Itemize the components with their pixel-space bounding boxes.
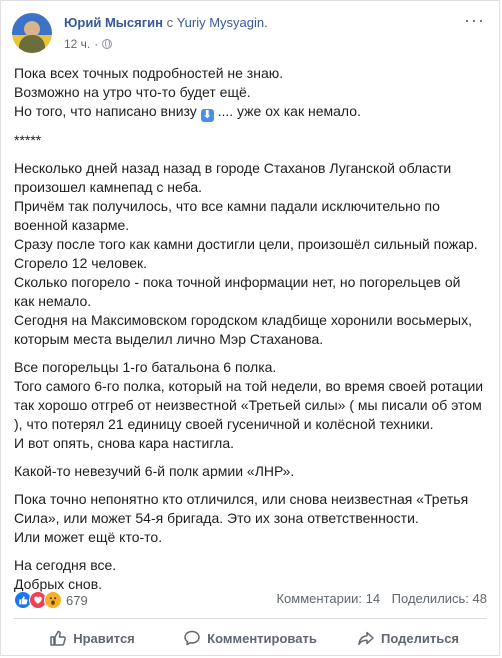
text-line: Все погорельцы 1-го батальона 6 полка. [14, 359, 277, 375]
text-line: Или может ещё кто-то. [14, 529, 163, 545]
text-line: Сгорело 12 человек. [14, 255, 148, 271]
paragraph-3: Все погорельцы 1-го батальона 6 полка. Т… [14, 358, 492, 453]
paragraph-2: Несколько дней назад назад в городе Стах… [14, 159, 492, 349]
paragraph-5: Пока точно непонятно кто отличился, или … [14, 490, 492, 547]
action-bar: Нравится Комментировать Поделиться [13, 621, 487, 655]
like-label: Нравится [73, 630, 135, 646]
text-line: Возможно на утро что-то будет ещё. [14, 84, 251, 100]
paragraph-6: На сегодня все. Добрых снов. [14, 556, 492, 594]
post-time[interactable]: 12 ч. [64, 37, 90, 51]
comment-icon [184, 630, 200, 646]
paragraph-4: Какой-то невезучий 6-й полк армии «ЛНР». [14, 462, 492, 481]
author-name[interactable]: Юрий Мысягин [64, 15, 163, 30]
author-line: Юрий Мысягин с Yuriy Mysyagin. [64, 15, 268, 30]
comments-shares: Комментарии: 14 Поделились: 48 [276, 591, 487, 606]
like-button[interactable]: Нравится [13, 621, 171, 655]
text-line: ), что потерял 21 единицу своей гусеничн… [14, 416, 434, 432]
avatar-body [19, 35, 45, 53]
text-line: которым места выделил лично Мэр Стаханов… [14, 331, 324, 347]
text-line: военной казарме. [14, 217, 130, 233]
stars-text: ***** [14, 132, 42, 148]
post-card: Юрий Мысягин с Yuriy Mysyagin. 12 ч. · ·… [0, 0, 500, 656]
text-line: Сколько погорело - пока точной информаци… [14, 274, 461, 290]
with-text: с [166, 15, 174, 30]
comments-count[interactable]: Комментарии: 14 [276, 591, 380, 606]
text-line: Того самого 6-го полка, который на той н… [14, 378, 484, 394]
share-label: Поделиться [380, 630, 460, 646]
meta-dot: · [94, 37, 99, 51]
down-arrow-emoji-icon: ⬇ [200, 109, 214, 122]
text-line: Но того, что написано внизу ⬇ .... уже о… [14, 102, 492, 122]
text-line: Какой-то невезучий 6-й полк армии «ЛНР». [14, 463, 295, 479]
avatar[interactable] [12, 13, 52, 53]
shares-count[interactable]: Поделились: 48 [392, 591, 487, 606]
text-line: Сила», или может 54-я бригада. Это их зо… [14, 510, 419, 526]
separator-stars: ***** [14, 131, 492, 150]
text-line: Сразу после того как камни достигли цели… [14, 236, 478, 252]
text-line: Сегодня на Максимовском городском кладби… [14, 312, 472, 328]
reactions-summary[interactable]: 679 [14, 591, 88, 609]
text-line: Пока всех точных подробностей не знаю. [14, 65, 284, 81]
text-line: так хорошо отгреб от неизвестной «Третье… [14, 397, 482, 413]
text-line: Несколько дней назад назад в городе Стах… [14, 160, 452, 176]
text-line: Пока точно непонятно кто отличился, или … [14, 491, 469, 507]
post-text: Пока всех точных подробностей не знаю. В… [14, 64, 492, 603]
thumbs-up-icon [50, 630, 67, 646]
comment-button[interactable]: Комментировать [171, 621, 329, 655]
text-line: И вот опять, снова кара настигла. [14, 435, 234, 451]
wow-reaction-icon [44, 591, 62, 609]
reaction-stats: 679 Комментарии: 14 Поделились: 48 [14, 591, 487, 611]
text-line: На сегодня все. [14, 557, 117, 573]
share-button[interactable]: Поделиться [329, 621, 487, 655]
post-meta: 12 ч. · [64, 37, 113, 51]
text-fragment: Но того, что написано внизу [14, 103, 197, 119]
text-line: произошел камнепад с неба. [14, 179, 203, 195]
share-arrow-icon [358, 631, 374, 646]
paragraph-1: Пока всех точных подробностей не знаю. В… [14, 64, 492, 122]
reaction-count: 679 [66, 592, 88, 608]
tagged-name[interactable]: Yuriy Mysyagin. [177, 15, 268, 30]
text-line: Причём так получилось, что все камни пад… [14, 198, 440, 214]
divider [13, 618, 487, 619]
text-line: как немало. [14, 293, 92, 309]
globe-icon[interactable] [102, 39, 113, 49]
comment-label: Комментировать [207, 630, 317, 646]
post-header: Юрий Мысягин с Yuriy Mysyagin. 12 ч. · ·… [12, 11, 489, 55]
ellipsis-icon[interactable]: ··· [464, 11, 485, 29]
text-fragment: .... уже ох как немало. [217, 103, 361, 119]
